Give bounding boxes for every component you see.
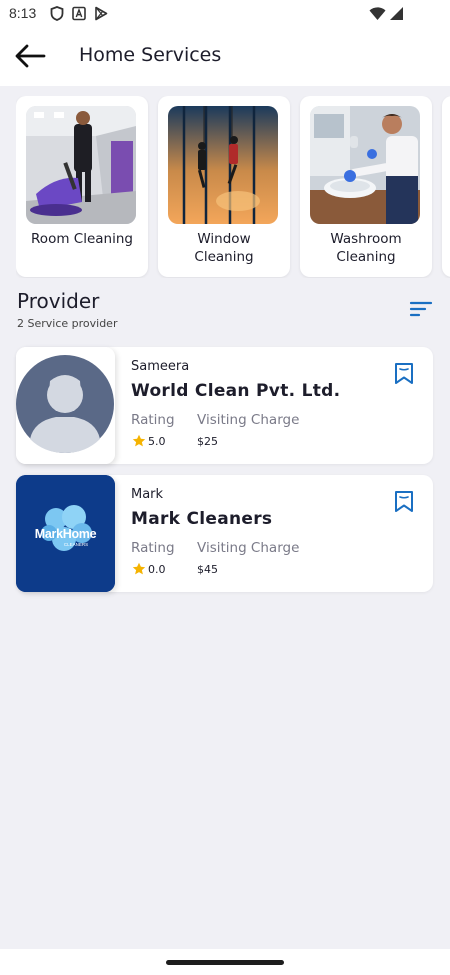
provider-name: World Clean Pvt. Ltd.: [131, 381, 341, 401]
visiting-charge-label: Visiting Charge: [197, 540, 300, 556]
rating-value: 0.0: [148, 563, 166, 576]
provider-card[interactable]: MarkHome CLEANERS Mark Mark Cleaners Rat…: [16, 475, 433, 592]
rating-value: 5.0: [148, 435, 166, 448]
rating-label: Rating: [131, 540, 175, 556]
logo-subtext: CLEANERS: [63, 542, 89, 547]
bookmark-icon: [395, 363, 413, 384]
rating-label: Rating: [131, 412, 175, 428]
home-gesture-handle[interactable]: [166, 960, 284, 965]
section-subtitle: 2 Service provider: [17, 317, 118, 330]
window-cleaning-photo: [168, 106, 278, 224]
category-label: Washroom Cleaning: [330, 231, 402, 265]
font-icon: [72, 6, 86, 21]
visiting-charge-value: $45: [197, 563, 218, 576]
app-bar: Home Services: [0, 28, 450, 86]
star-icon: [132, 562, 146, 575]
provider-owner: Sameera: [131, 359, 190, 374]
status-icons-right: [369, 6, 404, 21]
bookmark-icon: [395, 491, 413, 512]
category-card-partial[interactable]: [442, 96, 450, 277]
bookmark-button[interactable]: [392, 489, 416, 513]
status-bar: 8:13: [0, 0, 450, 28]
category-label: Window Cleaning: [194, 231, 254, 265]
section-title: Provider: [17, 289, 100, 313]
room-cleaning-photo: [26, 106, 136, 224]
provider-name: Mark Cleaners: [131, 509, 273, 529]
category-card-washroom-cleaning[interactable]: Washroom Cleaning: [300, 96, 432, 277]
sort-icon: [409, 301, 433, 317]
provider-card[interactable]: Sameera World Clean Pvt. Ltd. Rating Vis…: [16, 347, 433, 464]
category-carousel[interactable]: Room Cleaning Window Cleaning Washroom C…: [16, 96, 450, 278]
visiting-charge-label: Visiting Charge: [197, 412, 300, 428]
arrow-back-icon: [15, 44, 46, 68]
category-card-window-cleaning[interactable]: Window Cleaning: [158, 96, 290, 277]
category-label: Room Cleaning: [31, 231, 133, 247]
shield-icon: [50, 6, 64, 21]
back-button[interactable]: [14, 42, 46, 70]
provider-avatar: [16, 347, 115, 464]
washroom-cleaning-photo: [310, 106, 420, 224]
status-time: 8:13: [9, 5, 37, 21]
provider-owner: Mark: [131, 487, 164, 502]
category-card-room-cleaning[interactable]: Room Cleaning: [16, 96, 148, 277]
page-title: Home Services: [79, 44, 222, 66]
wifi-icon: [369, 7, 386, 20]
star-icon: [132, 434, 146, 447]
signal-icon: [390, 7, 403, 20]
status-icons-left: [50, 6, 108, 21]
logo-text: MarkHome: [34, 527, 97, 541]
sort-button[interactable]: [409, 300, 433, 318]
play-store-icon: [95, 6, 108, 21]
bookmark-button[interactable]: [392, 361, 416, 385]
provider-logo: MarkHome CLEANERS: [16, 475, 115, 592]
visiting-charge-value: $25: [197, 435, 218, 448]
